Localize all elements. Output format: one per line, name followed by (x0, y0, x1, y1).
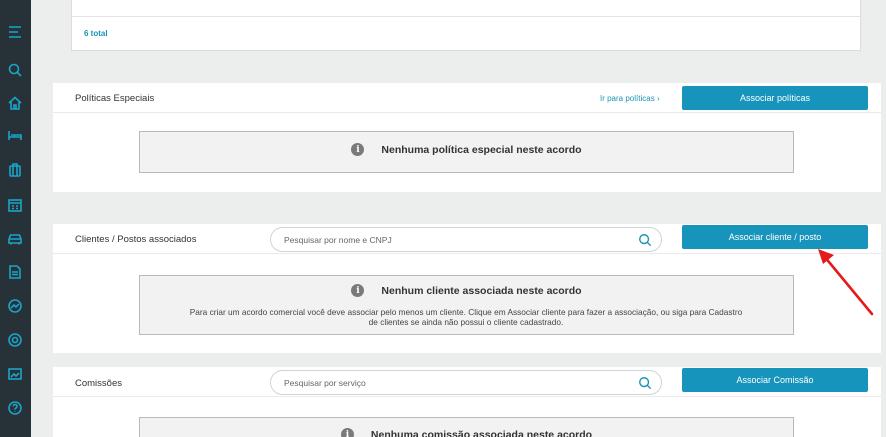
politicas-empty-notice: i Nenhuma política especial neste acordo (139, 131, 794, 173)
search-icon[interactable] (638, 233, 652, 247)
associar-politicas-button[interactable]: Associar políticas (682, 86, 868, 110)
ir-para-politicas-label: Ir para políticas (600, 94, 655, 103)
search-icon[interactable] (5, 60, 25, 80)
clientes-empty-title: Nenhum cliente associada neste acordo (381, 284, 582, 297)
total-row: 6 total (72, 16, 860, 50)
clientes-title: Clientes / Postos associados (75, 234, 197, 245)
report-icon[interactable] (5, 364, 25, 384)
chevron-right-icon: › (656, 94, 660, 103)
menu-icon[interactable] (5, 22, 25, 42)
info-icon: i (351, 143, 365, 156)
top-list-panel: 6 total (71, 0, 861, 51)
politicas-section: Políticas Especiais Ir para políticas › … (53, 83, 881, 192)
comissoes-header: Comissões Associar Comissão (53, 367, 881, 397)
annotation-arrow-icon (818, 249, 874, 316)
associar-comissao-button[interactable]: Associar Comissão (682, 368, 868, 392)
clientes-header: Clientes / Postos associados Associar cl… (53, 224, 881, 254)
sidebar (0, 0, 31, 437)
help-icon[interactable] (5, 398, 25, 418)
clientes-empty-line1: Para criar um acordo comercial você deve… (189, 307, 743, 317)
clientes-section: Clientes / Postos associados Associar cl… (53, 224, 881, 353)
clientes-empty-line2: de clientes se ainda não possui o client… (368, 317, 564, 327)
bed-icon[interactable] (5, 125, 25, 145)
politicas-empty-message: Nenhuma política especial neste acordo (381, 143, 582, 156)
clientes-search (270, 227, 662, 252)
clientes-empty-body: Para criar um acordo comercial você deve… (160, 307, 772, 327)
comissoes-empty-notice: i Nenhuma comissão associada neste acord… (139, 417, 794, 437)
comissoes-search-input[interactable] (284, 376, 614, 390)
ir-para-politicas-link[interactable]: Ir para políticas › (600, 94, 660, 103)
comissoes-section: Comissões Associar Comissão i Nenhuma co… (53, 367, 881, 437)
info-icon: i (351, 284, 365, 297)
info-icon: i (340, 428, 354, 437)
comissoes-title: Comissões (75, 378, 122, 389)
search-icon[interactable] (638, 376, 652, 390)
top-section: 6 total (53, 0, 881, 68)
main-content: 6 total Políticas Especiais Ir para polí… (31, 0, 886, 437)
politicas-header: Políticas Especiais Ir para políticas › … (53, 83, 881, 113)
home-icon[interactable] (5, 93, 25, 113)
document-icon[interactable] (5, 262, 25, 282)
car-icon[interactable] (5, 228, 25, 248)
chart-icon[interactable] (5, 296, 25, 316)
at-icon[interactable] (5, 330, 25, 350)
clientes-empty-notice: i Nenhum cliente associada neste acordo … (139, 275, 794, 335)
calendar-icon[interactable] (5, 195, 25, 215)
comissoes-search (270, 370, 662, 395)
politicas-title: Políticas Especiais (75, 93, 155, 104)
luggage-icon[interactable] (5, 160, 25, 180)
clientes-search-input[interactable] (284, 233, 614, 247)
comissoes-empty-message: Nenhuma comissão associada neste acordo (370, 428, 593, 437)
total-count: 6 total (84, 29, 108, 38)
